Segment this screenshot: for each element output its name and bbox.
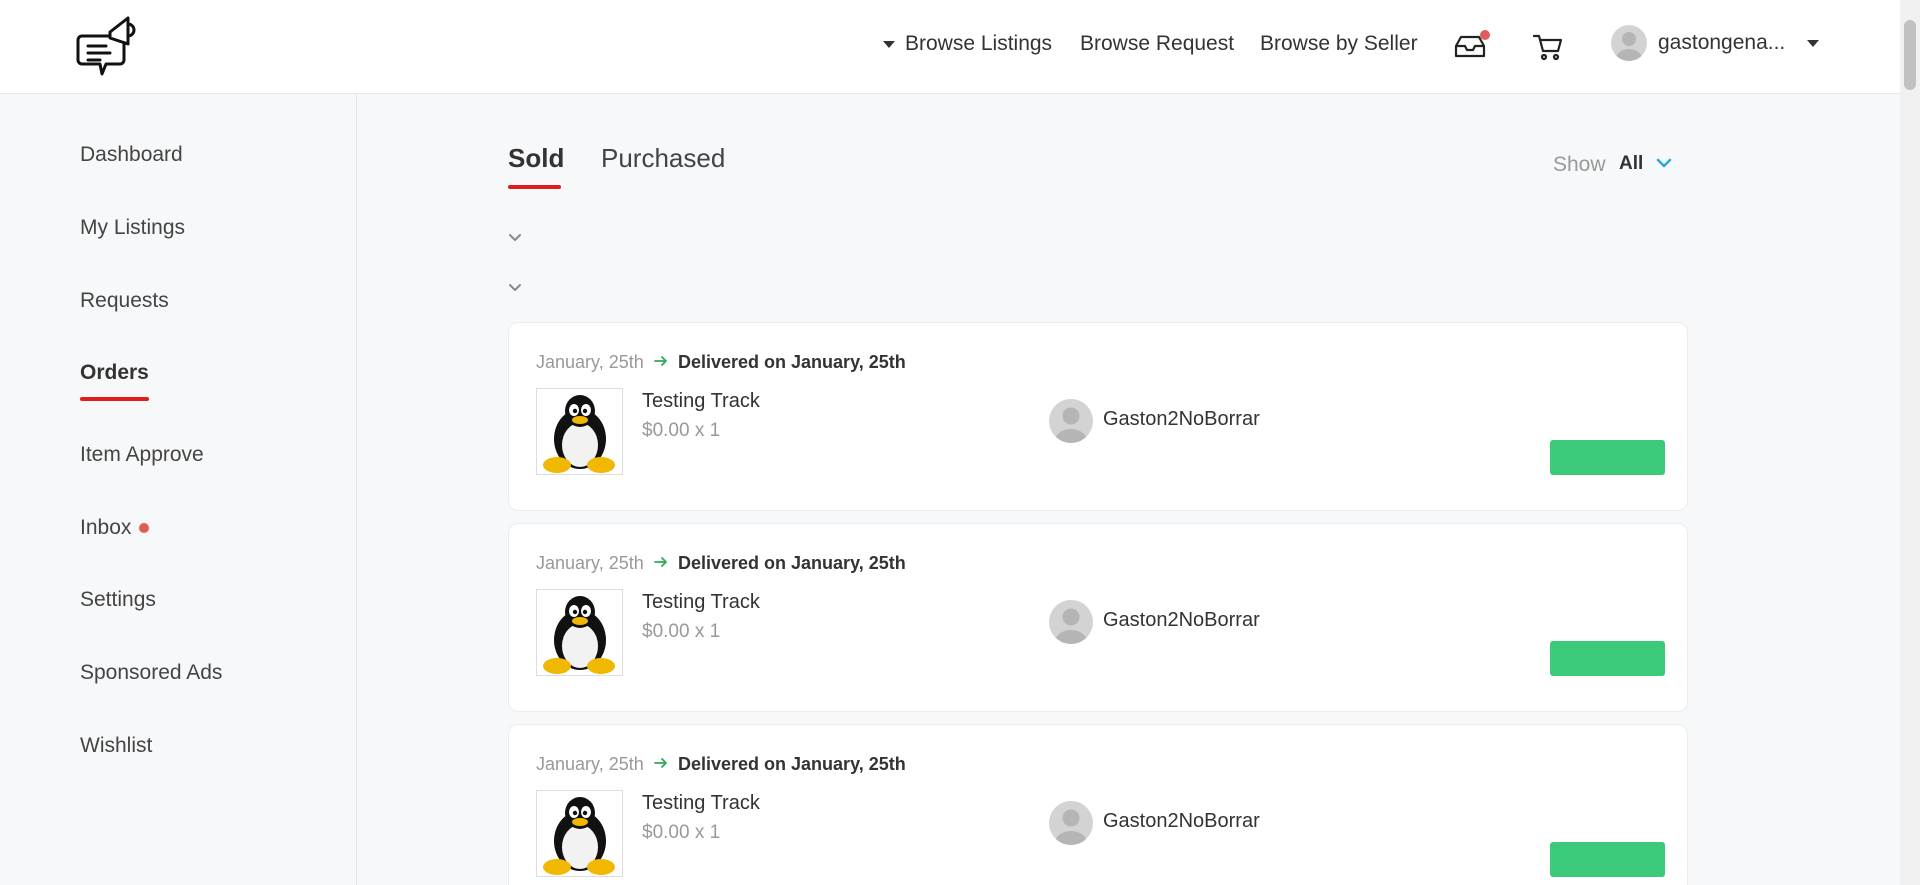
order-date: January, 25th (536, 352, 644, 372)
show-filter-value[interactable]: All (1619, 153, 1643, 175)
sidebar-item-requests[interactable]: Requests (80, 289, 169, 313)
sidebar-item-orders[interactable]: Orders (80, 361, 149, 385)
penguin-image (536, 589, 623, 676)
buyer-name[interactable]: Gaston2NoBorrar (1103, 609, 1260, 632)
chevron-down-icon[interactable] (1655, 156, 1673, 170)
penguin-image (536, 790, 623, 877)
product-title[interactable]: Testing Track (642, 591, 760, 614)
tab-sold[interactable]: Sold (508, 143, 564, 174)
buyer-name[interactable]: Gaston2NoBorrar (1103, 408, 1260, 431)
arrow-right-icon (653, 756, 669, 770)
order-action-button[interactable] (1550, 641, 1665, 676)
top-header: Browse Listings Browse Request Browse by… (0, 0, 1920, 94)
user-avatar-icon (1049, 801, 1093, 845)
browse-request-link[interactable]: Browse Request (1080, 32, 1234, 56)
order-status: Delivered on January, 25th (678, 352, 906, 372)
sidebar: Dashboard My Listings Requests Orders It… (0, 94, 357, 885)
order-action-button[interactable] (1550, 842, 1665, 877)
arrow-right-icon (653, 354, 669, 368)
username-label: gastongena... (1658, 31, 1786, 54)
order-date: January, 25th (536, 553, 644, 573)
order-card: January, 25th Delivered on January, 25th… (508, 523, 1688, 712)
order-status: Delivered on January, 25th (678, 553, 906, 573)
sidebar-item-label: Inbox (80, 516, 132, 539)
user-avatar-icon (1049, 399, 1093, 443)
browse-listings-label: Browse Listings (905, 32, 1053, 55)
active-tab-underline (508, 185, 561, 189)
shopping-cart-icon[interactable] (1530, 28, 1566, 64)
chevron-down-icon[interactable] (506, 231, 524, 245)
chevron-down-icon[interactable] (506, 281, 524, 295)
sidebar-item-settings[interactable]: Settings (80, 588, 156, 612)
sidebar-item-wishlist[interactable]: Wishlist (80, 734, 152, 758)
show-filter-label: Show (1553, 153, 1606, 176)
arrow-right-icon (653, 555, 669, 569)
caret-down-icon (883, 40, 895, 48)
user-avatar-icon (1049, 600, 1093, 644)
browse-by-seller-link[interactable]: Browse by Seller (1260, 32, 1418, 56)
megaphone-chat-icon[interactable] (76, 14, 138, 78)
order-date: January, 25th (536, 754, 644, 774)
user-menu[interactable]: gastongena... (1658, 31, 1820, 55)
product-price: $0.00 x 1 (642, 420, 721, 441)
user-avatar-icon[interactable] (1611, 25, 1647, 61)
active-item-underline (80, 397, 149, 401)
tab-purchased[interactable]: Purchased (601, 143, 725, 174)
penguin-image (536, 388, 623, 475)
inbox-notification-dot (1480, 30, 1490, 40)
sidebar-item-item-approve[interactable]: Item Approve (80, 443, 204, 467)
inbox-notification-dot (139, 523, 150, 534)
buyer-name[interactable]: Gaston2NoBorrar (1103, 810, 1260, 833)
sidebar-item-inbox[interactable]: Inbox (80, 516, 150, 540)
order-card: January, 25th Delivered on January, 25th… (508, 724, 1688, 885)
caret-down-icon (1807, 39, 1820, 47)
product-price: $0.00 x 1 (642, 822, 721, 843)
page-scrollbar[interactable] (1900, 0, 1920, 885)
browse-listings-link[interactable]: Browse Listings (883, 32, 1052, 56)
product-price: $0.00 x 1 (642, 621, 721, 642)
sidebar-item-dashboard[interactable]: Dashboard (80, 143, 183, 167)
product-title[interactable]: Testing Track (642, 390, 760, 413)
order-card: January, 25th Delivered on January, 25th… (508, 322, 1688, 511)
product-title[interactable]: Testing Track (642, 792, 760, 815)
order-status: Delivered on January, 25th (678, 754, 906, 774)
inbox-tray-icon[interactable] (1452, 28, 1490, 64)
scrollbar-thumb[interactable] (1904, 20, 1916, 90)
sidebar-item-my-listings[interactable]: My Listings (80, 216, 185, 240)
sidebar-item-sponsored-ads[interactable]: Sponsored Ads (80, 661, 222, 685)
order-action-button[interactable] (1550, 440, 1665, 475)
